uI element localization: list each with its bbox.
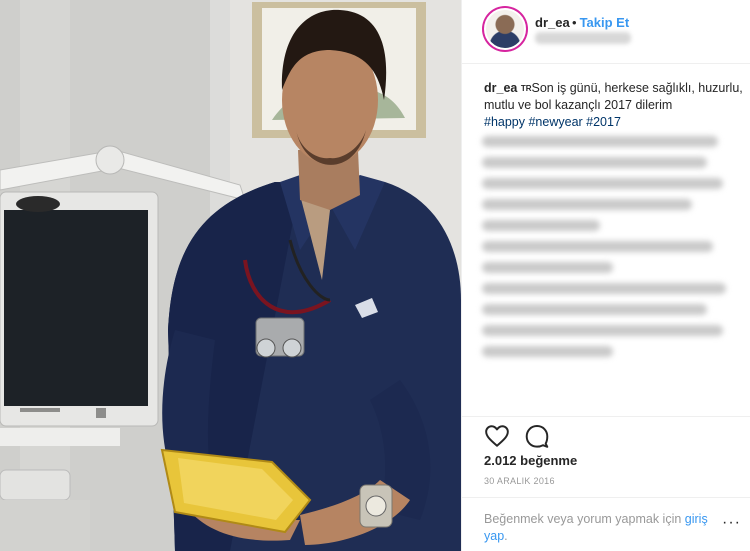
post-photo[interactable] xyxy=(0,0,461,551)
login-text: Beğenmek veya yorum yapmak için giriş ya… xyxy=(484,511,734,545)
action-icons xyxy=(484,423,560,449)
username-link[interactable]: dr_ea xyxy=(535,15,570,30)
caption: dr_ea TRSon iş günü, herkese sağlıklı, h… xyxy=(484,80,744,131)
likes-count[interactable]: 2.012 beğenme xyxy=(484,453,577,468)
follow-group: • Takip Et xyxy=(569,15,629,30)
post-side-panel: dr_ea • Takip Et dr_ea TRSon iş günü, her… xyxy=(461,0,750,551)
heart-outline-icon[interactable] xyxy=(484,423,510,449)
photo-illustration xyxy=(0,0,461,551)
more-options-icon[interactable]: ··· xyxy=(722,514,741,532)
follow-button[interactable]: Takip Et xyxy=(580,15,630,30)
separator-dot: • xyxy=(572,15,577,30)
caption-username[interactable]: dr_ea xyxy=(484,81,517,95)
avatar[interactable] xyxy=(484,8,526,50)
post-actions: 2.012 beğenme 30 ARALIK 2016 Beğenmek ve… xyxy=(462,416,750,551)
login-prompt: Beğenmek veya yorum yapmak için giriş ya… xyxy=(462,497,750,551)
likes-text: 2.012 beğenme xyxy=(484,453,578,468)
post-date: 30 ARALIK 2016 xyxy=(484,476,555,486)
login-before: Beğenmek veya yorum yapmak için xyxy=(484,512,685,526)
post-header: dr_ea • Takip Et xyxy=(462,0,750,64)
flag-badge: TR xyxy=(520,84,532,93)
hashtags[interactable]: #happy #newyear #2017 xyxy=(484,115,621,129)
speech-bubble-outline-icon[interactable] xyxy=(524,423,550,449)
blurred-location xyxy=(535,32,631,44)
login-after: . xyxy=(504,529,508,543)
blurred-comments xyxy=(482,136,744,436)
